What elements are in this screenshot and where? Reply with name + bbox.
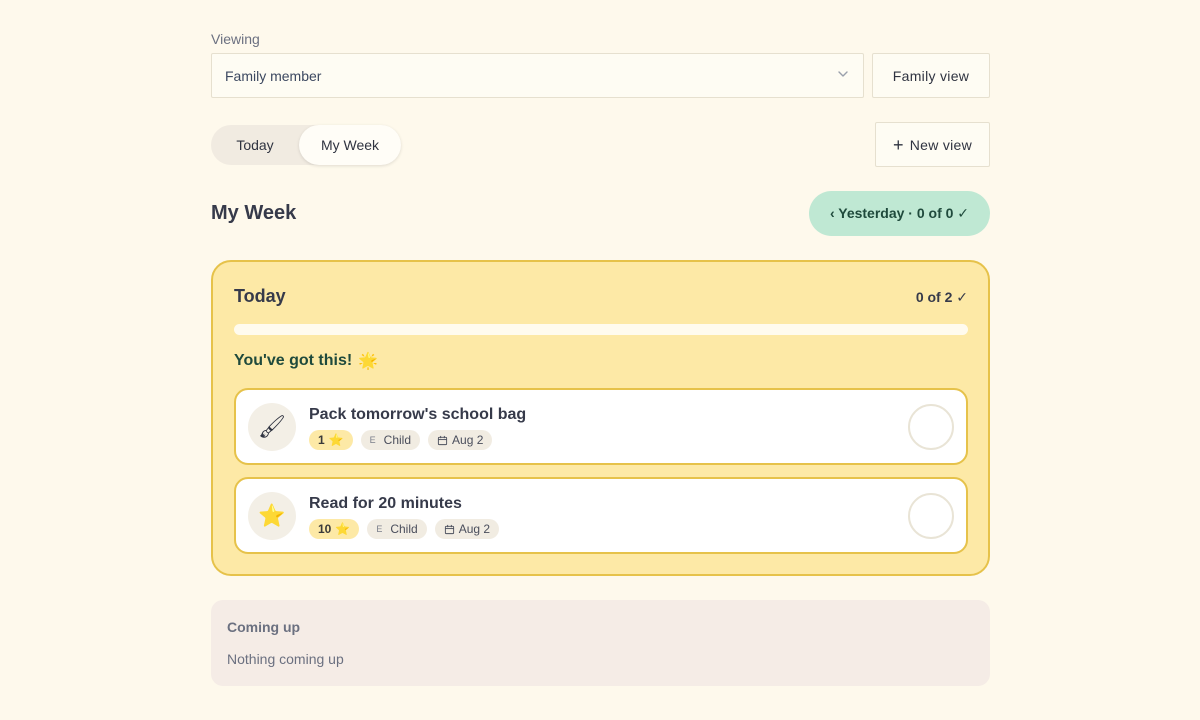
points-badge: 1 ⭐ bbox=[309, 430, 353, 450]
coming-up-empty-text: Nothing coming up bbox=[227, 651, 344, 667]
task-card[interactable]: 🖌 Pack tomorrow's school bag 1 ⭐ E Child bbox=[234, 388, 968, 465]
star-icon: ⭐ bbox=[248, 492, 296, 540]
points-value: 1 bbox=[318, 433, 325, 447]
paintbrush-icon: 🖌 bbox=[248, 403, 296, 451]
due-date: Aug 2 bbox=[458, 522, 491, 536]
points-value: 10 bbox=[318, 522, 332, 536]
assignee-initial: E bbox=[369, 435, 376, 445]
complete-task-checkbox[interactable] bbox=[908, 493, 954, 539]
assignee-name: Child bbox=[390, 522, 418, 536]
page-title: My Week bbox=[211, 202, 297, 224]
points-badge: 10 ⭐ bbox=[309, 519, 360, 539]
assignee-badge: E Child bbox=[360, 430, 421, 450]
task-title: Read for 20 minutes bbox=[309, 495, 462, 512]
view-tabs: Today My Week bbox=[211, 125, 401, 165]
calendar-icon bbox=[437, 435, 448, 445]
family-member-select-value: Family member bbox=[225, 67, 322, 84]
assignee-name: Child bbox=[383, 433, 412, 447]
today-completion-count: 0 of 2 ✓ bbox=[915, 289, 968, 305]
assignee-initial: E bbox=[376, 524, 383, 534]
plus-icon: + bbox=[892, 134, 904, 155]
due-date-badge: Aug 2 bbox=[434, 519, 500, 539]
today-card: Today 0 of 2 ✓ You've got this! 🌟 🖌 Pack… bbox=[211, 260, 990, 576]
encouragement-text: You've got this! bbox=[234, 352, 353, 369]
task-meta: 1 ⭐ E Child Aug 2 bbox=[309, 430, 493, 450]
tab-my-week[interactable]: My Week bbox=[299, 125, 401, 165]
task-title: Pack tomorrow's school bag bbox=[309, 406, 527, 423]
calendar-icon bbox=[444, 524, 454, 534]
chevron-down-icon bbox=[838, 71, 848, 77]
viewing-label: Viewing bbox=[211, 31, 260, 47]
tab-today[interactable]: Today bbox=[211, 125, 299, 165]
family-member-select[interactable]: Family member bbox=[211, 53, 864, 98]
task-meta: 10 ⭐ E Child Aug 2 bbox=[309, 519, 500, 539]
yesterday-button[interactable]: ‹ Yesterday · 0 of 0 ✓ bbox=[809, 191, 990, 236]
new-view-button[interactable]: + New view bbox=[875, 122, 990, 167]
sparkle-star-icon: 🌟 bbox=[358, 353, 379, 370]
family-view-button[interactable]: Family view bbox=[872, 53, 990, 98]
coming-up-card: Coming up Nothing coming up bbox=[211, 600, 990, 686]
encouragement-message: You've got this! 🌟 bbox=[234, 351, 378, 371]
coming-up-title: Coming up bbox=[227, 619, 301, 635]
star-icon: ⭐ bbox=[328, 433, 344, 447]
complete-task-checkbox[interactable] bbox=[908, 404, 954, 450]
due-date-badge: Aug 2 bbox=[428, 430, 493, 450]
task-card[interactable]: ⭐ Read for 20 minutes 10 ⭐ E Child Aug 2 bbox=[234, 477, 968, 554]
today-card-title: Today bbox=[234, 286, 286, 306]
new-view-label: New view bbox=[909, 136, 973, 153]
assignee-badge: E Child bbox=[367, 519, 427, 539]
star-icon: ⭐ bbox=[335, 522, 351, 536]
today-progress-bar bbox=[234, 324, 968, 335]
due-date: Aug 2 bbox=[452, 433, 484, 447]
